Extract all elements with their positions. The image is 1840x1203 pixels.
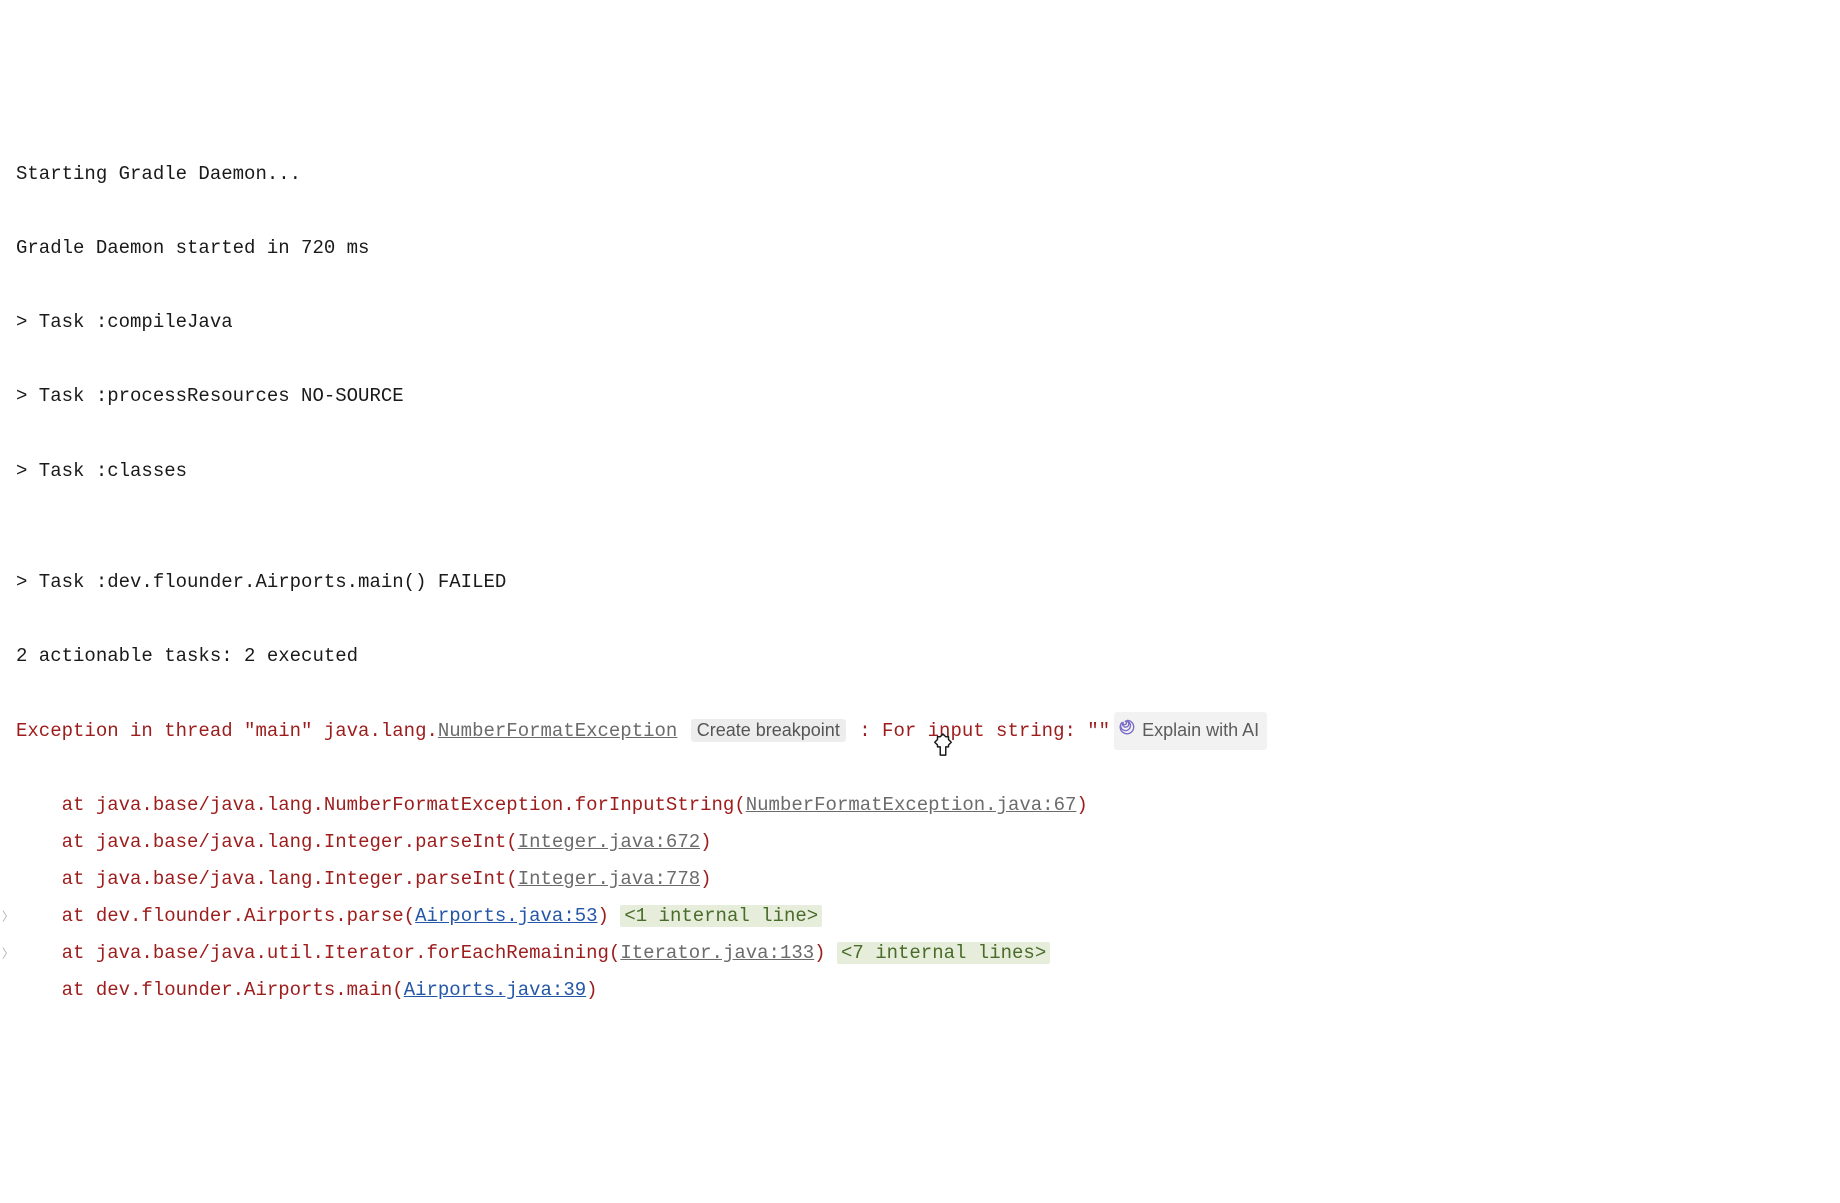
internal-lines-fold[interactable]: <7 internal lines> — [837, 942, 1050, 964]
stack-call: dev.flounder.Airports.parse( — [96, 905, 415, 927]
indent — [16, 868, 62, 890]
close-paren: ) — [1076, 794, 1087, 816]
at-keyword: at — [62, 942, 96, 964]
log-line: > Task :processResources NO-SOURCE — [16, 378, 1824, 415]
stack-frame: at java.base/java.lang.NumberFormatExcep… — [16, 787, 1824, 824]
stack-frame: 〉 at dev.flounder.Airports.parse(Airport… — [16, 898, 1824, 935]
stack-call: java.base/java.lang.Integer.parseInt( — [96, 868, 518, 890]
source-link[interactable]: Integer.java:672 — [518, 831, 700, 853]
explain-with-ai-button[interactable]: Explain with AI — [1114, 712, 1267, 750]
internal-lines-fold[interactable]: <1 internal line> — [620, 905, 822, 927]
create-breakpoint-button[interactable]: Create breakpoint — [691, 719, 846, 742]
console-output: Starting Gradle Daemon... Gradle Daemon … — [16, 119, 1824, 1046]
source-link[interactable]: Integer.java:778 — [518, 868, 700, 890]
source-link[interactable]: NumberFormatException.java:67 — [746, 794, 1077, 816]
stack-trace: at java.base/java.lang.NumberFormatExcep… — [16, 787, 1824, 1009]
stack-call: dev.flounder.Airports.main( — [96, 979, 404, 1001]
log-line: > Task :classes — [16, 453, 1824, 490]
stack-frame: at dev.flounder.Airports.main(Airports.j… — [16, 972, 1824, 1009]
stack-call: java.base/java.lang.NumberFormatExceptio… — [96, 794, 746, 816]
log-line: Gradle Daemon started in 720 ms — [16, 230, 1824, 267]
at-keyword: at — [62, 831, 96, 853]
at-keyword: at — [62, 794, 96, 816]
stack-call: java.base/java.util.Iterator.forEachRema… — [96, 942, 621, 964]
stack-frame: at java.base/java.lang.Integer.parseInt(… — [16, 861, 1824, 898]
indent — [16, 905, 62, 927]
close-paren: ) — [586, 979, 597, 1001]
log-line: > Task :compileJava — [16, 304, 1824, 341]
log-line: 2 actionable tasks: 2 executed — [16, 638, 1824, 675]
log-line: > Task :dev.flounder.Airports.main() FAI… — [16, 564, 1824, 601]
source-link[interactable]: Airports.java:39 — [404, 979, 586, 1001]
at-keyword: at — [62, 905, 96, 927]
stack-frame: at java.base/java.lang.Integer.parseInt(… — [16, 824, 1824, 861]
fold-toggle-icon[interactable]: 〉 — [2, 905, 14, 928]
exception-line: Exception in thread "main" java.lang.Num… — [16, 712, 1824, 750]
stack-frame: 〉 at java.base/java.util.Iterator.forEac… — [16, 935, 1824, 972]
log-line: Starting Gradle Daemon... — [16, 156, 1824, 193]
source-link[interactable]: Airports.java:53 — [415, 905, 597, 927]
close-paren: ) — [598, 905, 609, 927]
ai-chip-label: Explain with AI — [1142, 713, 1259, 748]
source-link[interactable]: Iterator.java:133 — [620, 942, 814, 964]
indent — [16, 942, 62, 964]
indent — [16, 831, 62, 853]
spiral-icon — [1118, 713, 1136, 748]
indent — [16, 794, 62, 816]
exception-message: : For input string: "" — [859, 720, 1110, 742]
at-keyword: at — [62, 868, 96, 890]
stack-call: java.base/java.lang.Integer.parseInt( — [96, 831, 518, 853]
exception-class-link[interactable]: NumberFormatException — [438, 720, 677, 742]
close-paren: ) — [700, 868, 711, 890]
exception-prefix: Exception in thread "main" java.lang. — [16, 720, 438, 742]
fold-toggle-icon[interactable]: 〉 — [2, 942, 14, 965]
at-keyword: at — [62, 979, 96, 1001]
close-paren: ) — [814, 942, 825, 964]
indent — [16, 979, 62, 1001]
close-paren: ) — [700, 831, 711, 853]
